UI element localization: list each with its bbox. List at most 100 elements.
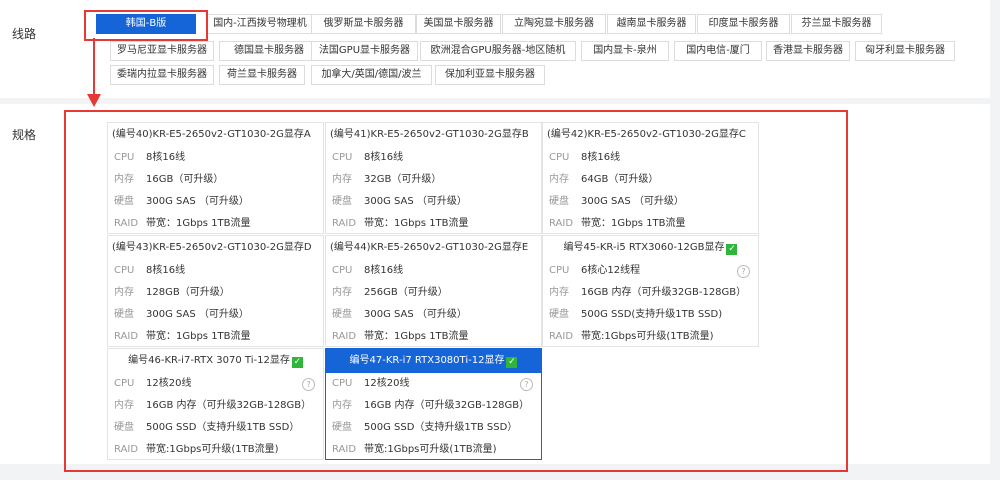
spec-row-mem: 内存 16GB 内存（可升级32GB-128GB）	[326, 395, 541, 417]
spec-key-raid: RAID	[114, 331, 139, 342]
route-tab[interactable]: 国内电信-厦门	[674, 41, 762, 61]
spec-title: 编号47-KR-i7 RTX3080Ti-12显存 ✓	[326, 349, 541, 373]
spec-card[interactable]: (编号42)KR-E5-2650v2-GT1030-2G显存C CPU 8核16线内…	[542, 122, 759, 234]
spec-row-disk: 硬盘 300G SAS （可升级）	[326, 191, 541, 213]
spec-row-disk: 硬盘 500G SSD(支持升级1TB SSD)	[543, 304, 758, 326]
spec-value-mem: 16GB（可升级）	[146, 174, 224, 185]
help-icon[interactable]: ?	[737, 265, 750, 278]
help-icon[interactable]: ?	[302, 378, 315, 391]
spec-row-mem: 内存 128GB（可升级）	[108, 282, 323, 304]
spec-title-text: 编号46-KR-i7-RTX 3070 Ti-12显存	[128, 355, 290, 366]
spec-value-mem: 128GB（可升级）	[146, 287, 230, 298]
spec-row-raid: RAID 带宽:1Gbps可升级(1TB流量)	[326, 439, 541, 461]
spec-key-mem: 内存	[114, 400, 134, 411]
spec-row-disk: 硬盘 300G SAS （可升级）	[108, 191, 323, 213]
spec-key-raid: RAID	[549, 218, 574, 229]
help-icon[interactable]: ?	[520, 378, 533, 391]
spec-title-text: (编号42)KR-E5-2650v2-GT1030-2G显存C	[547, 129, 746, 140]
spec-key-raid: RAID	[332, 331, 357, 342]
spec-card[interactable]: 编号45-KR-i5 RTX3060-12GB显存 ✓ CPU 6核心12线程? 内存 1…	[542, 235, 759, 347]
spec-value-cpu: 8核16线	[364, 265, 404, 276]
spec-row-mem: 内存 32GB（可升级）	[326, 169, 541, 191]
spec-title-text: (编号41)KR-E5-2650v2-GT1030-2G显存B	[330, 129, 529, 140]
spec-value-raid: 带宽:1Gbps可升级(1TB流量)	[581, 331, 714, 342]
spec-title-text: 编号47-KR-i7 RTX3080Ti-12显存	[349, 355, 505, 366]
spec-key-cpu: CPU	[114, 265, 135, 276]
spec-value-cpu: 12核20线	[364, 378, 410, 389]
spec-key-raid: RAID	[114, 444, 139, 455]
route-tab[interactable]: 国内-江西拨号物理机	[207, 14, 313, 34]
spec-value-mem: 16GB 内存（可升级32GB-128GB）	[581, 287, 747, 298]
route-tab[interactable]: 匈牙利显卡服务器	[855, 41, 955, 61]
spec-card[interactable]: (编号44)KR-E5-2650v2-GT1030-2G显存E CPU 8核16线内…	[325, 235, 542, 347]
spec-row-disk: 硬盘 300G SAS （可升级）	[543, 191, 758, 213]
spec-title-text: (编号43)KR-E5-2650v2-GT1030-2G显存D	[112, 242, 312, 253]
spec-card[interactable]: 编号46-KR-i7-RTX 3070 Ti-12显存 ✓ CPU 12核20线? 内存…	[107, 348, 324, 460]
spec-panel: 规格 (编号40)KR-E5-2650v2-GT1030-2G显存A CPU 8核1…	[0, 104, 990, 464]
route-tab[interactable]: 罗马尼亚显卡服务器	[110, 41, 214, 61]
route-tab[interactable]: 法国GPU显卡服务器	[311, 41, 418, 61]
route-tab[interactable]: 越南显卡服务器	[607, 14, 696, 34]
spec-card[interactable]: (编号43)KR-E5-2650v2-GT1030-2G显存D CPU 8核16线内…	[107, 235, 324, 347]
check-icon: ✓	[506, 357, 518, 368]
route-tab[interactable]: 国内显卡-泉州	[581, 41, 669, 61]
spec-card[interactable]: (编号40)KR-E5-2650v2-GT1030-2G显存A CPU 8核16线内…	[107, 122, 324, 234]
route-tab[interactable]: 欧洲混合GPU服务器-地区随机	[420, 41, 576, 61]
route-tab[interactable]: 芬兰显卡服务器	[791, 14, 882, 34]
spec-title-text: (编号44)KR-E5-2650v2-GT1030-2G显存E	[330, 242, 529, 253]
spec-value-disk: 500G SSD（支持升级1TB SSD）	[364, 422, 518, 433]
spec-key-disk: 硬盘	[114, 422, 134, 433]
spec-row-disk: 硬盘 500G SSD（支持升级1TB SSD）	[108, 417, 323, 439]
route-panel: 线路 韩国-B版 国内-江西拨号物理机 俄罗斯显卡服务器 美国显卡服务器 立陶宛显卡服务…	[0, 0, 990, 98]
route-tab[interactable]: 德国显卡服务器	[219, 41, 319, 61]
route-tab[interactable]: 印度显卡服务器	[697, 14, 790, 34]
spec-card[interactable]: (编号41)KR-E5-2650v2-GT1030-2G显存B CPU 8核16线内…	[325, 122, 542, 234]
spec-key-cpu: CPU	[549, 152, 570, 163]
route-tab[interactable]: 荷兰显卡服务器	[219, 65, 305, 85]
spec-value-cpu: 8核16线	[581, 152, 621, 163]
spec-row-cpu: CPU 8核16线	[108, 147, 323, 169]
spec-key-cpu: CPU	[549, 265, 570, 276]
spec-row-mem: 内存 64GB（可升级）	[543, 169, 758, 191]
spec-key-mem: 内存	[114, 174, 134, 185]
spec-key-mem: 内存	[114, 287, 134, 298]
arrow-down-icon	[87, 38, 101, 107]
spec-key-raid: RAID	[332, 218, 357, 229]
spec-title: (编号40)KR-E5-2650v2-GT1030-2G显存A	[108, 123, 323, 147]
spec-value-cpu: 8核16线	[364, 152, 404, 163]
spec-label: 规格	[12, 128, 37, 142]
spec-value-mem: 16GB 内存（可升级32GB-128GB）	[364, 400, 530, 411]
route-tab[interactable]: 美国显卡服务器	[416, 14, 501, 34]
spec-value-raid: 带宽：1Gbps 1TB流量	[146, 218, 251, 229]
route-tab[interactable]: 香港显卡服务器	[766, 41, 850, 61]
spec-key-raid: RAID	[332, 444, 357, 455]
spec-title: (编号43)KR-E5-2650v2-GT1030-2G显存D	[108, 236, 323, 260]
spec-value-raid: 带宽：1Gbps 1TB流量	[146, 331, 251, 342]
route-tab[interactable]: 保加利亚显卡服务器	[435, 65, 545, 85]
spec-value-disk: 300G SAS （可升级）	[364, 309, 467, 320]
route-tab[interactable]: 加拿大/英国/德国/波兰	[311, 65, 432, 85]
spec-key-mem: 内存	[332, 400, 352, 411]
spec-row-mem: 内存 16GB 内存（可升级32GB-128GB）	[543, 282, 758, 304]
spec-key-mem: 内存	[332, 287, 352, 298]
route-tab[interactable]: 委瑞内拉显卡服务器	[110, 65, 214, 85]
spec-row-disk: 硬盘 300G SAS （可升级）	[326, 304, 541, 326]
spec-row-cpu: CPU 6核心12线程?	[543, 260, 758, 282]
route-tab[interactable]: 立陶宛显卡服务器	[502, 14, 606, 34]
spec-title: 编号45-KR-i5 RTX3060-12GB显存 ✓	[543, 236, 758, 260]
spec-title: (编号41)KR-E5-2650v2-GT1030-2G显存B	[326, 123, 541, 147]
spec-value-cpu: 12核20线	[146, 378, 192, 389]
spec-row-disk: 硬盘 300G SAS （可升级）	[108, 304, 323, 326]
spec-row-raid: RAID 带宽:1Gbps可升级(1TB流量)	[543, 326, 758, 348]
spec-value-raid: 带宽:1Gbps可升级(1TB流量)	[146, 444, 279, 455]
spec-key-cpu: CPU	[114, 378, 135, 389]
spec-value-disk: 300G SAS （可升级）	[146, 196, 249, 207]
spec-card-selected[interactable]: 编号47-KR-i7 RTX3080Ti-12显存 ✓ CPU 12核20线? 内存 16…	[325, 348, 542, 460]
spec-key-cpu: CPU	[332, 378, 353, 389]
route-tab[interactable]: 俄罗斯显卡服务器	[311, 14, 416, 34]
route-tab-active[interactable]: 韩国-B版	[96, 14, 196, 34]
spec-value-raid: 带宽：1Gbps 1TB流量	[364, 218, 469, 229]
route-label: 线路	[12, 27, 37, 41]
spec-row-raid: RAID 带宽：1Gbps 1TB流量	[108, 213, 323, 235]
spec-row-cpu: CPU 12核20线?	[108, 373, 323, 395]
